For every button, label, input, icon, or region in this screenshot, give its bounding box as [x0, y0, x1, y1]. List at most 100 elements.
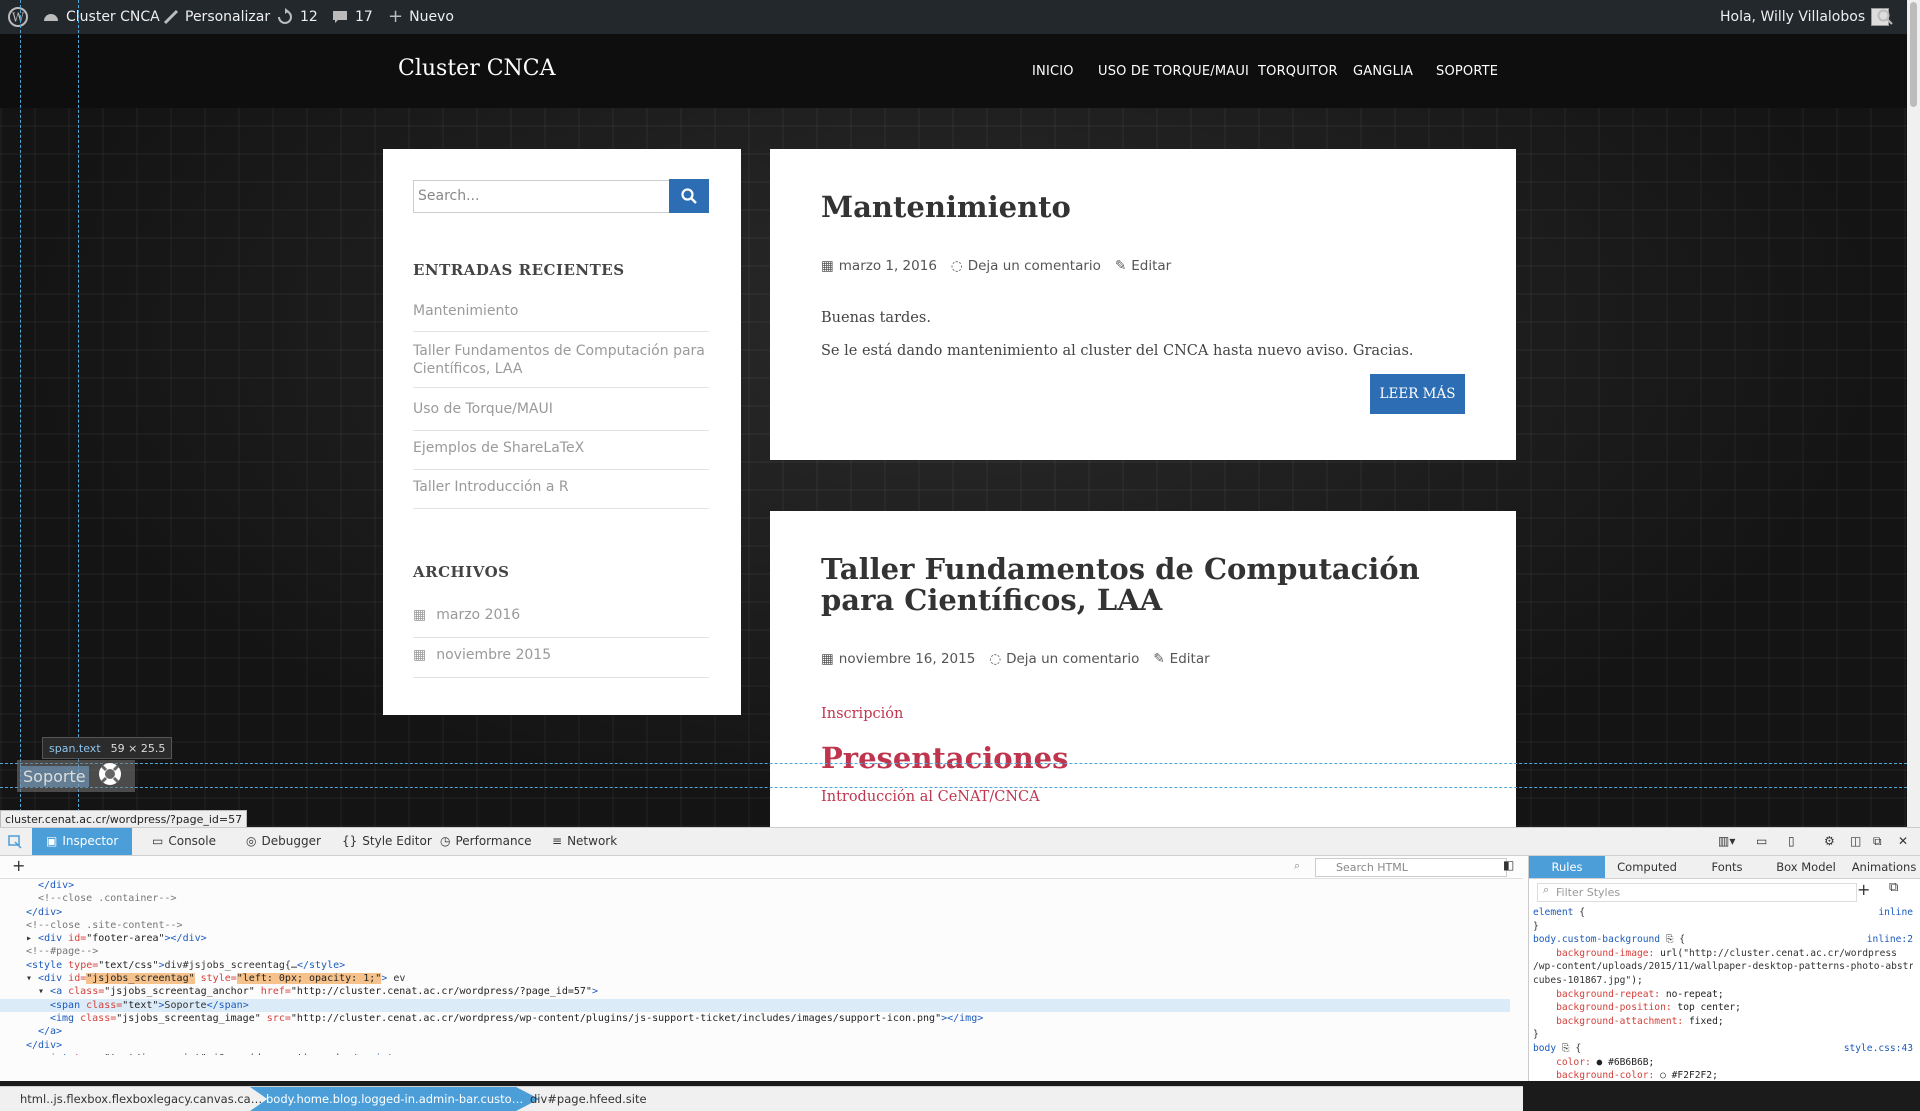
markup-node[interactable]: <!--close .site-content--> — [0, 919, 1510, 932]
css-rule-line[interactable]: body.custom-background ⎘ { inline:2 — [1533, 933, 1913, 947]
post-date[interactable]: ▦ marzo 1, 2016 — [821, 258, 937, 274]
tab-fonts[interactable]: Fonts — [1689, 856, 1765, 878]
admin-bar-comments[interactable]: 17 — [331, 0, 373, 34]
undock-icon[interactable]: ⧉ — [1873, 828, 1882, 855]
markup-node[interactable]: ▸ <div id="footer-area"></div> — [0, 932, 1510, 945]
tab-debugger[interactable]: ◎ Debugger — [246, 828, 321, 855]
css-rule-line[interactable]: cubes-101867.jpg"); — [1533, 974, 1913, 988]
inscripcion-link[interactable]: Inscripción — [821, 706, 903, 722]
markup-node[interactable]: <img class="jsjobs_screentag_image" src=… — [0, 1012, 1510, 1025]
comment-icon: ◌ — [950, 258, 963, 274]
css-rule-line[interactable]: color: ● #6B6B6B; — [1533, 1056, 1913, 1070]
tab-rules[interactable]: Rules — [1529, 856, 1605, 878]
markup-node[interactable]: <style type="text/css">div#jsjobs_screen… — [0, 959, 1510, 972]
add-rule-icon[interactable]: + — [1857, 880, 1870, 899]
markup-node[interactable]: <script type="text/javascript">jQuery(do… — [0, 1052, 1510, 1055]
breadcrumb-item[interactable]: div#page.hfeed.site — [530, 1087, 647, 1111]
add-node-icon[interactable]: + — [12, 856, 25, 875]
admin-bar-updates[interactable]: 12 — [276, 0, 318, 34]
css-rule-line[interactable]: background-repeat: no-repeat; — [1533, 988, 1913, 1002]
tab-animations[interactable]: Animations — [1847, 856, 1920, 878]
filter-styles-input[interactable]: Filter Styles — [1537, 883, 1857, 902]
nav-item-torquitor[interactable]: TORQUITOR — [1258, 64, 1338, 79]
responsive-icon[interactable]: ▯ — [1788, 828, 1795, 855]
post-comment-link[interactable]: ◌ Deja un comentario — [989, 651, 1139, 667]
intro-cenat-link[interactable]: Introducción al CeNAT/CNCA — [821, 789, 1040, 805]
post-date[interactable]: ▦ noviembre 16, 2015 — [821, 651, 975, 667]
markup-node[interactable]: </div> — [0, 879, 1510, 892]
nav-item-ganglia[interactable]: GANGLIA — [1353, 64, 1413, 79]
support-screentag[interactable]: Soporte — [17, 760, 135, 792]
breadcrumb-item[interactable]: body.home.blog.logged-in.admin-bar.custo… — [250, 1087, 540, 1111]
css-rule-line[interactable]: body ⎘ { style.css:43 — [1533, 1042, 1913, 1056]
post-edit-link[interactable]: ✎ Editar — [1115, 258, 1171, 274]
markup-node[interactable]: </div> — [0, 906, 1510, 919]
tab-performance[interactable]: ◷ Performance — [440, 828, 532, 855]
close-icon[interactable]: ✕ — [1898, 828, 1908, 855]
dock-side-icon[interactable]: ◫ — [1850, 828, 1861, 855]
recent-post-link[interactable]: Ejemplos de ShareLaTeX — [413, 439, 709, 470]
css-rule-line[interactable]: background-image: url("http://cluster.ce… — [1533, 947, 1913, 961]
css-rule-line[interactable]: element { inline — [1533, 906, 1913, 920]
sidebar: Search... ENTRADAS RECIENTES Mantenimien… — [383, 149, 741, 715]
scrollbar-thumb[interactable] — [1910, 2, 1917, 107]
markup-node[interactable]: ▾ <div id="jsjobs_screentag" style="left… — [0, 972, 1510, 985]
post-title[interactable]: Taller Fundamentos de Computación para C… — [821, 554, 1420, 616]
css-rule-line[interactable]: background-color: ○ #F2F2F2; — [1533, 1069, 1913, 1083]
recent-post-link[interactable]: Mantenimiento — [413, 302, 709, 332]
dock-options-icon[interactable]: ▥▾ — [1718, 828, 1735, 855]
calendar-icon: ▦ — [413, 647, 427, 663]
markup-tree[interactable]: </div> <!--close .container--> </div> <!--c… — [0, 879, 1510, 1055]
markup-node[interactable]: </div> — [0, 1039, 1510, 1052]
css-rule-line[interactable]: } — [1533, 920, 1913, 934]
brush-icon — [163, 9, 179, 25]
archive-link[interactable]: ▦ marzo 2016 — [413, 606, 709, 638]
tab-console[interactable]: ▭ Console — [152, 828, 216, 855]
search-button[interactable] — [669, 179, 709, 213]
css-rule-line[interactable]: background-attachment: fixed; — [1533, 1015, 1913, 1029]
search-html-input[interactable]: Search HTML — [1315, 858, 1507, 877]
admin-bar-new[interactable]: + Nuevo — [388, 0, 454, 34]
post-title[interactable]: Mantenimiento — [821, 192, 1071, 223]
post-comment-link[interactable]: ◌ Deja un comentario — [951, 258, 1101, 274]
site-title[interactable]: Cluster CNCA — [398, 56, 556, 81]
post-edit-link[interactable]: ✎ Editar — [1153, 651, 1209, 667]
admin-bar-search-icon[interactable] — [1877, 0, 1893, 34]
admin-bar-account[interactable]: Hola, Willy Villalobos — [1720, 0, 1890, 34]
support-label: Soporte — [20, 765, 89, 787]
post-title-line: para Científicos, LAA — [821, 583, 1163, 617]
split-console-icon[interactable]: ▭ — [1756, 828, 1767, 855]
markup-node[interactable]: </a> — [0, 1025, 1510, 1038]
nav-item-torque[interactable]: USO DE TORQUE/MAUI — [1098, 64, 1249, 79]
breadcrumb-item[interactable]: html..js.flexbox.flexboxlegacy.canvas.ca… — [20, 1087, 262, 1111]
tab-style-editor[interactable]: {} Style Editor — [342, 828, 432, 855]
tab-box-model[interactable]: Box Model — [1767, 856, 1845, 878]
nav-item-inicio[interactable]: INICIO — [1032, 64, 1074, 79]
archive-link[interactable]: ▦ noviembre 2015 — [413, 646, 709, 678]
css-rule-line[interactable]: } — [1533, 1028, 1913, 1042]
markup-node[interactable]: <span class="text">Soporte</span> — [0, 998, 1510, 1012]
rules-list[interactable]: element { inline} body.custom-background … — [1533, 906, 1913, 1083]
read-more-button[interactable]: LEER MÁS — [1370, 374, 1465, 414]
tab-computed[interactable]: Computed — [1609, 856, 1685, 878]
css-rule-line[interactable]: background-position: top center; — [1533, 1001, 1913, 1015]
wordpress-logo-icon[interactable]: W — [8, 0, 28, 34]
recent-post-link[interactable]: Uso de Torque/MAUI — [413, 400, 709, 431]
toggle-pseudo-class-icon[interactable]: ⧉ — [1889, 880, 1898, 895]
tab-inspector[interactable]: ▣ Inspector — [32, 828, 133, 855]
admin-bar-site[interactable]: Cluster CNCA — [42, 0, 160, 34]
recent-post-link[interactable]: Taller Introducción a R — [413, 478, 709, 509]
page-scrollbar[interactable] — [1907, 0, 1920, 827]
admin-bar-customize[interactable]: Personalizar — [163, 0, 270, 34]
search-input[interactable]: Search... — [413, 180, 676, 213]
markup-node[interactable]: ▾ <a class="jsjobs_screentag_anchor" hre… — [0, 985, 1510, 998]
recent-post-link[interactable]: Taller Fundamentos de Computación para C… — [413, 342, 709, 388]
markup-node[interactable]: <!--#page--> — [0, 945, 1510, 958]
nav-item-soporte[interactable]: SOPORTE — [1436, 64, 1498, 79]
settings-gear-icon[interactable]: ⚙ — [1824, 828, 1835, 855]
toggle-sidebar-icon[interactable]: ◧ — [1503, 858, 1514, 872]
css-rule-line[interactable]: /wp-content/uploads/2015/11/wallpaper-de… — [1533, 960, 1913, 974]
markup-node[interactable]: <!--close .container--> — [0, 892, 1510, 905]
pick-element-icon[interactable] — [8, 828, 22, 855]
tab-network[interactable]: ≡ Network — [552, 828, 617, 855]
